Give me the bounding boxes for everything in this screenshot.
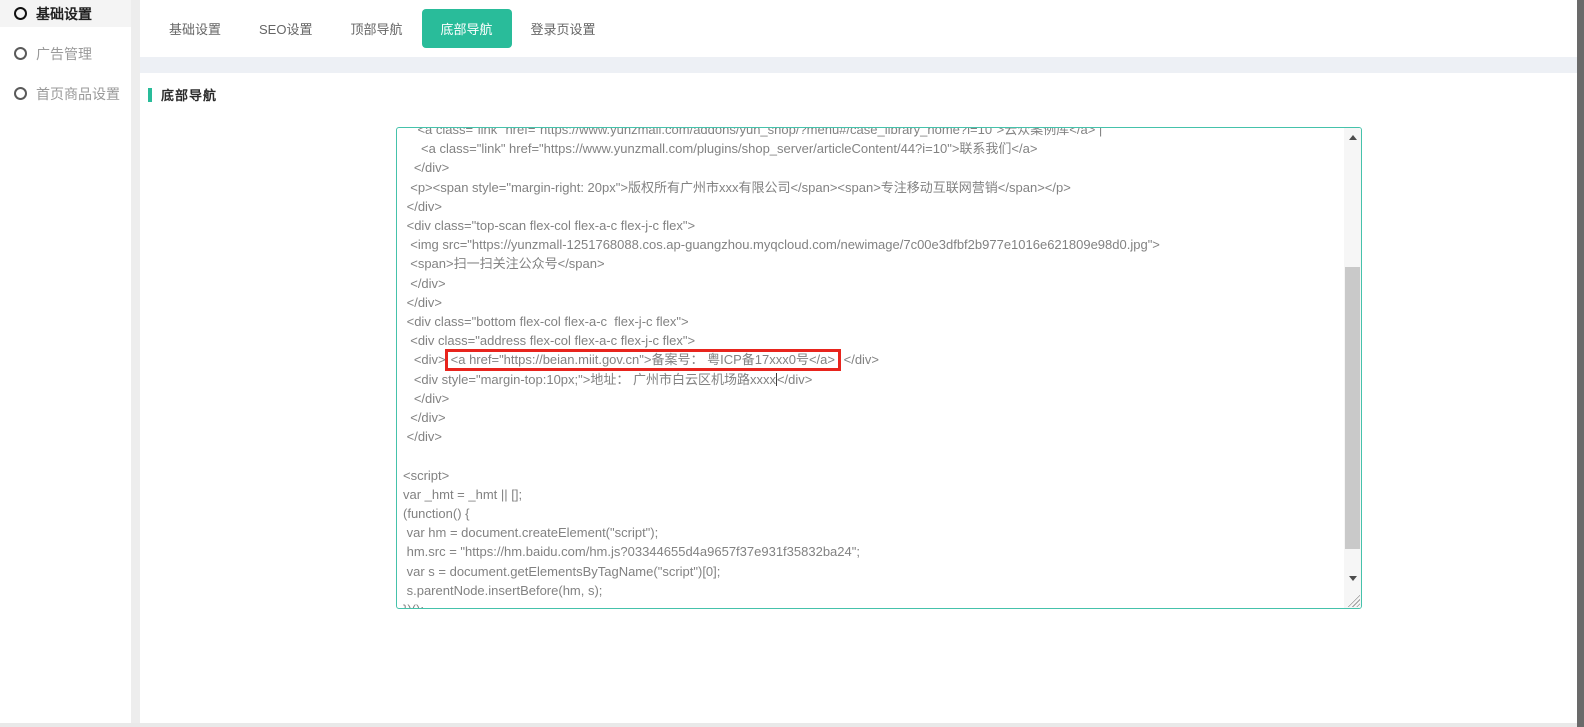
scroll-up-button[interactable] (1344, 129, 1361, 146)
sidebar-divider (131, 0, 140, 727)
code-line: </div> (403, 197, 1344, 216)
section-accent-bar (148, 88, 152, 102)
code-content: <a class="link" href="https://www.yunzma… (397, 127, 1344, 608)
tab-底部导航[interactable]: 底部导航 (422, 9, 512, 48)
code-line: <script> (403, 466, 1344, 485)
annotation-box: <a href="https://beian.miit.gov.cn">备案号：… (445, 349, 841, 371)
sidebar-item-label: 基础设置 (36, 4, 92, 24)
sidebar-item-label: 首页商品设置 (36, 84, 120, 104)
code-line: <img src="https://yunzmall-1251768088.co… (403, 235, 1344, 254)
circle-icon (14, 7, 27, 20)
content-panel: 底部导航 <a class="link" href="https://www.y… (140, 73, 1577, 723)
code-line: var s = document.getElementsByTagName("s… (403, 562, 1344, 581)
tab-登录页设置[interactable]: 登录页设置 (512, 9, 615, 48)
code-segment: <div> (403, 352, 446, 367)
bottom-edge (0, 723, 1577, 727)
code-line: <span>扫一扫关注公众号</span> (403, 254, 1344, 273)
code-segment: </div> (777, 372, 812, 387)
triangle-up-icon (1349, 135, 1357, 140)
sidebar-item-广告管理[interactable]: 广告管理 (0, 40, 131, 67)
code-line (403, 446, 1344, 465)
scroll-down-button[interactable] (1344, 570, 1361, 587)
browser-scrollbar[interactable] (1577, 0, 1584, 727)
code-line: </div> (403, 158, 1344, 177)
code-line: </div> (403, 427, 1344, 446)
sidebar-item-label: 广告管理 (36, 44, 92, 64)
code-line: <p><span style="margin-right: 20px">版权所有… (403, 178, 1344, 197)
tab-bar: 基础设置SEO设置顶部导航底部导航登录页设置 (140, 0, 1577, 57)
code-line: <div class="address flex-col flex-a-c fl… (403, 331, 1344, 350)
code-segment: <div style="margin-top:10px;">地址： 广州市白云区… (403, 372, 776, 387)
tab-顶部导航[interactable]: 顶部导航 (331, 9, 421, 48)
circle-icon (14, 47, 27, 60)
code-line: var _hmt = _hmt || []; (403, 485, 1344, 504)
code-line: })(); (403, 600, 1344, 608)
content-gap (140, 57, 1577, 73)
footer-nav-code-textarea[interactable]: <a class="link" href="https://www.yunzma… (396, 127, 1362, 609)
code-line: </div> (403, 389, 1344, 408)
editor-scrollbar[interactable] (1344, 128, 1361, 608)
section-header: 底部导航 (148, 85, 217, 104)
code-line: <div class="bottom flex-col flex-a-c fle… (403, 312, 1344, 331)
scrollbar-thumb[interactable] (1345, 267, 1360, 549)
sidebar-item-首页商品设置[interactable]: 首页商品设置 (0, 80, 131, 107)
code-line: <div class="top-scan flex-col flex-a-c f… (403, 216, 1344, 235)
code-line: <a class="link" href="https://www.yunzma… (403, 127, 1344, 139)
code-line: </div> (403, 293, 1344, 312)
section-title: 底部导航 (161, 85, 217, 104)
triangle-down-icon (1349, 576, 1357, 581)
code-line: <div style="margin-top:10px;">地址： 广州市白云区… (403, 370, 1344, 389)
code-segment: </div> (840, 352, 879, 367)
tab-基础设置[interactable]: 基础设置 (150, 9, 240, 48)
code-line: hm.src = "https://hm.baidu.com/hm.js?033… (403, 542, 1344, 561)
circle-icon (14, 87, 27, 100)
tab-SEO设置[interactable]: SEO设置 (240, 9, 331, 48)
code-line: (function() { (403, 504, 1344, 523)
sidebar: 基础设置广告管理首页商品设置 (0, 0, 131, 727)
code-line: <div><a href="https://beian.miit.gov.cn"… (403, 350, 1344, 369)
code-line: var hm = document.createElement("script"… (403, 523, 1344, 542)
code-line: </div> (403, 274, 1344, 293)
code-line: s.parentNode.insertBefore(hm, s); (403, 581, 1344, 600)
code-line: <a class="link" href="https://www.yunzma… (403, 139, 1344, 158)
code-line: </div> (403, 408, 1344, 427)
sidebar-item-基础设置[interactable]: 基础设置 (0, 0, 131, 27)
